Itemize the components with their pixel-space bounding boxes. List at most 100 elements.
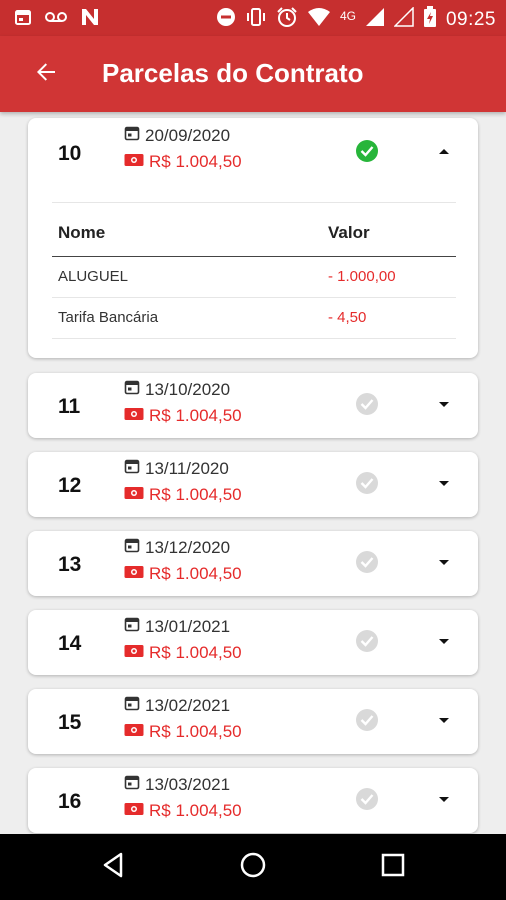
installment-value-row: R$ 1.004,50 (124, 722, 242, 742)
table-row: Tarifa Bancária - 4,50 (52, 298, 456, 339)
expand-button[interactable] (436, 713, 452, 729)
installment-date-row: 13/02/2021 (124, 695, 230, 716)
calendar-icon (14, 8, 32, 31)
installment-value: R$ 1.004,50 (149, 643, 242, 662)
signal-icon (365, 7, 385, 32)
installment-card[interactable]: 12 13/11/2020 R$ 1.004,50 (28, 452, 478, 517)
alarm-icon (276, 6, 298, 33)
money-icon (124, 564, 144, 584)
installment-number: 12 (58, 474, 82, 497)
row-name: Tarifa Bancária (58, 309, 159, 326)
column-header-valor: Valor (328, 223, 370, 242)
do-not-disturb-icon (216, 7, 236, 32)
installment-card[interactable]: 13 13/12/2020 R$ 1.004,50 (28, 531, 478, 596)
row-value: - 1.000,00 (328, 268, 396, 285)
installments-list[interactable]: 10 20/09/2020 R$ 1.004,50 Nome Valor ALU… (0, 112, 506, 834)
signal-empty-icon (393, 6, 414, 32)
installment-date-row: 20/09/2020 (124, 125, 230, 146)
battery-icon (423, 6, 437, 33)
installment-number: 14 (58, 632, 82, 655)
installment-number: 11 (58, 395, 81, 418)
chevron-down-icon (438, 712, 450, 730)
installment-date-row: 13/11/2020 (124, 458, 229, 479)
installment-value-row: R$ 1.004,50 (124, 485, 242, 505)
installment-card[interactable]: 15 13/02/2021 R$ 1.004,50 (28, 689, 478, 754)
installment-card[interactable]: 16 13/03/2021 R$ 1.004,50 (28, 768, 478, 833)
installment-value-row: R$ 1.004,50 (124, 406, 242, 426)
pending-check-icon (356, 551, 378, 573)
expand-button[interactable] (436, 397, 452, 413)
pending-check-icon (356, 630, 378, 652)
system-nav-bar (0, 834, 506, 900)
row-value: - 4,50 (328, 309, 367, 326)
installment-number: 13 (58, 553, 82, 576)
expand-button[interactable] (436, 792, 452, 808)
calendar-icon (124, 616, 140, 637)
installment-date: 13/02/2021 (145, 695, 231, 715)
installment-date-row: 13/03/2021 (124, 774, 230, 795)
chevron-down-icon (438, 554, 450, 572)
installment-value-row: R$ 1.004,50 (124, 152, 242, 172)
money-icon (124, 643, 144, 663)
installment-date: 13/03/2021 (145, 774, 231, 794)
nav-recents-button[interactable] (377, 851, 409, 883)
installment-number: 15 (58, 711, 82, 734)
network-type: 4G (339, 8, 356, 23)
chevron-down-icon (438, 633, 450, 651)
installment-value: R$ 1.004,50 (149, 564, 242, 583)
installment-value-row: R$ 1.004,50 (124, 801, 242, 821)
installment-card[interactable]: 10 20/09/2020 R$ 1.004,50 Nome Valor ALU… (28, 118, 478, 358)
chevron-up-icon (438, 142, 450, 160)
installment-date-row: 13/10/2020 (124, 379, 230, 400)
pending-check-icon (356, 788, 378, 810)
back-button[interactable] (26, 54, 66, 94)
installment-value-row: R$ 1.004,50 (124, 643, 242, 663)
expand-button[interactable] (436, 634, 452, 650)
money-icon (124, 801, 144, 821)
pending-check-icon (356, 393, 378, 415)
installment-value: R$ 1.004,50 (149, 801, 242, 820)
installment-value: R$ 1.004,50 (149, 406, 242, 425)
column-header-nome: Nome (58, 223, 106, 242)
nav-back-button[interactable] (97, 851, 129, 883)
app-bar: Parcelas do Contrato (0, 36, 506, 112)
installment-date: 13/01/2021 (145, 616, 231, 636)
collapse-button[interactable] (436, 143, 452, 159)
calendar-icon (124, 774, 140, 795)
vibrate-icon (245, 7, 267, 32)
chevron-down-icon (438, 475, 450, 493)
nav-recents-icon (381, 853, 405, 882)
chevron-down-icon (438, 791, 450, 809)
installment-card[interactable]: 14 13/01/2021 R$ 1.004,50 (28, 610, 478, 675)
calendar-icon (124, 379, 140, 400)
calendar-icon (124, 458, 140, 479)
installment-date: 13/11/2020 (145, 458, 229, 478)
installment-detail-table: Nome Valor ALUGUEL - 1.000,00 Tarifa Ban… (52, 202, 456, 339)
clock: 09:25 (445, 8, 496, 30)
calendar-icon (124, 125, 140, 146)
installment-card[interactable]: 11 13/10/2020 R$ 1.004,50 (28, 373, 478, 438)
money-icon (124, 152, 144, 172)
nav-home-button[interactable] (237, 851, 269, 883)
paid-check-icon (356, 140, 378, 162)
money-icon (124, 485, 144, 505)
page-title: Parcelas do Contrato (102, 58, 364, 88)
chevron-down-icon (438, 396, 450, 414)
wifi-icon (307, 7, 331, 32)
installment-date: 20/09/2020 (145, 125, 231, 145)
nav-back-icon (101, 852, 125, 883)
installment-number: 16 (58, 790, 82, 813)
expand-button[interactable] (436, 555, 452, 571)
installment-date: 13/10/2020 (145, 379, 231, 399)
installment-date-row: 13/01/2021 (124, 616, 230, 637)
pending-check-icon (356, 472, 378, 494)
table-header: Nome Valor (52, 203, 456, 257)
installment-value: R$ 1.004,50 (149, 152, 242, 171)
calendar-icon (124, 695, 140, 716)
installment-value: R$ 1.004,50 (149, 722, 242, 741)
row-name: ALUGUEL (58, 268, 129, 285)
installment-value: R$ 1.004,50 (149, 485, 242, 504)
status-bar: 4G 09:25 (0, 0, 506, 36)
expand-button[interactable] (436, 476, 452, 492)
installment-date: 13/12/2020 (145, 537, 231, 557)
